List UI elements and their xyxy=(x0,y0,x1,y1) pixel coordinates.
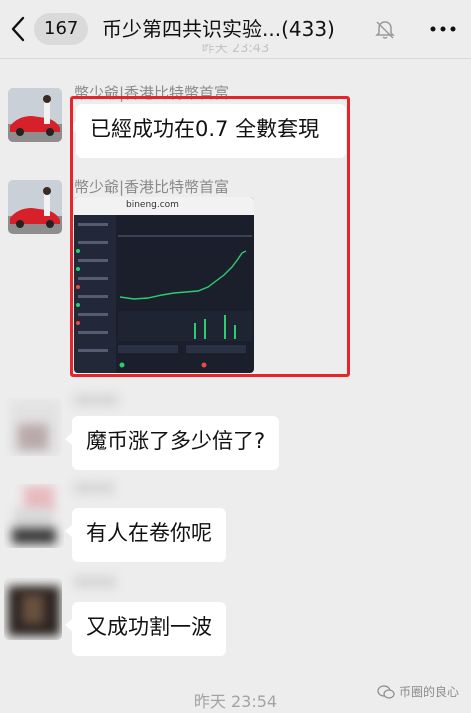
avatar-sender[interactable] xyxy=(8,180,62,234)
avatar-blurred[interactable] xyxy=(4,484,64,548)
message-bubble[interactable]: 有人在卷你呢 xyxy=(65,508,226,562)
watermark-text: 币圈的良心 xyxy=(398,685,459,699)
red-car-avatar-icon xyxy=(8,88,62,142)
blurred-nickname xyxy=(74,576,116,588)
red-highlight-frame xyxy=(70,96,350,377)
avatar-blurred[interactable] xyxy=(4,398,62,456)
more-options-icon[interactable] xyxy=(429,20,457,38)
avatar-sender[interactable] xyxy=(8,88,62,142)
blurred-nickname xyxy=(74,394,118,406)
avatar-blurred[interactable] xyxy=(4,578,62,640)
wechat-logo-icon xyxy=(377,684,395,699)
wechat-watermark: 币圈的良心 xyxy=(377,683,459,700)
back-arrow-icon[interactable] xyxy=(8,14,30,44)
red-car-avatar-icon xyxy=(8,180,62,234)
message-bubble[interactable]: 又成功割一波 xyxy=(65,602,226,656)
chat-title: 币少第四共识实验...(433) xyxy=(102,17,335,41)
blurred-nickname xyxy=(74,482,114,494)
partial-timestamp: 昨天 23:43 xyxy=(201,44,270,56)
message-bubble[interactable]: 魔币涨了多少倍了? xyxy=(64,416,280,470)
mute-bell-icon xyxy=(375,21,395,39)
unread-count-badge[interactable]: 167 xyxy=(34,13,89,45)
